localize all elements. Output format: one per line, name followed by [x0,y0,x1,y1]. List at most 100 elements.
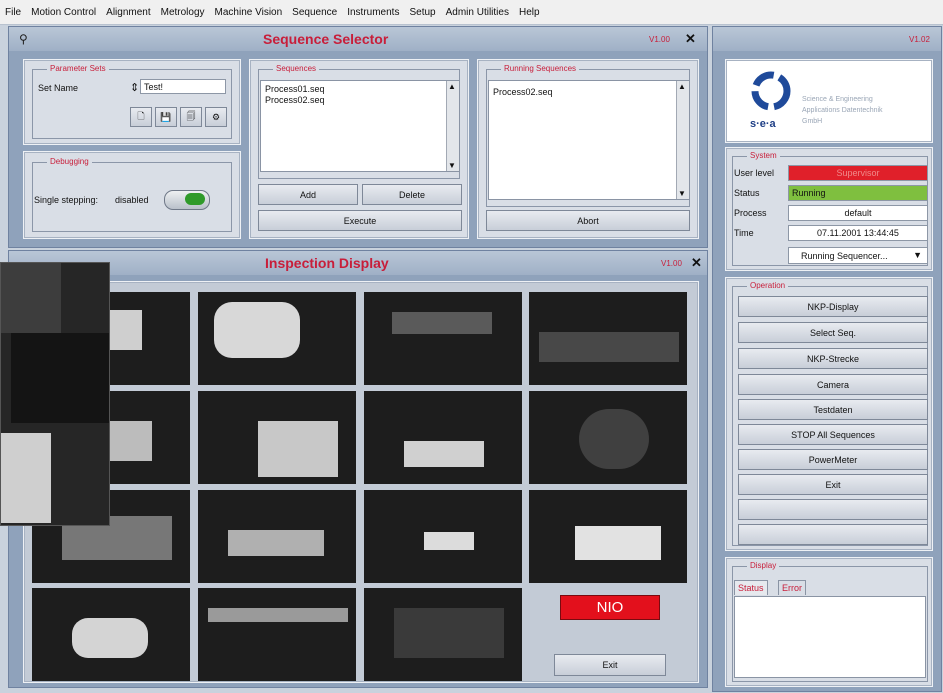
group-label: Debugging [47,157,92,166]
window-title: Inspection Display [265,255,389,271]
running-scrollbar[interactable]: ▲ ▼ [676,81,689,199]
menu-admin-utilities[interactable]: Admin Utilities [441,7,514,18]
display-panel: Display Status Error [725,557,933,687]
running-sequences-list[interactable]: Process02.seq ▲ ▼ [488,80,690,200]
group-label: Parameter Sets [47,64,109,73]
menu-machine-vision[interactable]: Machine Vision [210,7,288,18]
version-label: V1.00 [649,35,670,44]
logo-line-1: Science & Engineering [802,96,873,103]
config-icon: ⚙ [211,111,221,122]
menu-setup[interactable]: Setup [404,7,440,18]
window-title: Sequence Selector [263,31,389,47]
nkp-display-button[interactable]: NKP-Display [738,296,928,317]
list-item[interactable]: Process01.seq [265,84,325,94]
menu-alignment[interactable]: Alignment [101,7,155,18]
camera-image-15[interactable] [364,588,522,681]
menu-instruments[interactable]: Instruments [342,7,404,18]
empty-button[interactable] [738,499,928,520]
inspection-display-window: Inspection Display V1.00 ✕ NIO Exit [8,250,708,688]
powermeter-button[interactable]: PowerMeter [738,449,928,470]
sequences-list[interactable]: Process01.seq Process02.seq ▲ ▼ [260,80,460,172]
control-titlebar[interactable]: V1.02 [713,27,941,51]
nkp-strecke-button[interactable]: NKP-Strecke [738,348,928,369]
camera-image-14[interactable] [198,588,356,681]
time-value: 07.11.2001 13:44:45 [788,225,928,241]
sequence-selector-window: ⚲ Sequence Selector V1.00 ✕ Parameter Se… [8,26,708,248]
process-label: Process [734,208,767,218]
single-stepping-label: Single stepping: [34,195,99,205]
execute-button[interactable]: Execute [258,210,462,231]
sea-logo-icon [751,71,791,111]
spinner-icon[interactable]: ⇕ [130,81,139,94]
camera-image-7[interactable] [364,391,522,484]
tab-status[interactable]: Status [734,580,768,595]
menu-motion-control[interactable]: Motion Control [26,7,101,18]
camera-image-13[interactable] [32,588,190,681]
close-icon[interactable]: ✕ [691,255,702,271]
add-button[interactable]: Add [258,184,358,205]
set-name-label: Set Name [38,83,79,93]
dropdown-value: Running Sequencer... [801,250,888,261]
empty-button[interactable] [738,524,928,545]
scroll-down-icon[interactable]: ▼ [448,161,456,170]
menu-help[interactable]: Help [514,7,545,18]
menu-bar: File Motion Control Alignment Metrology … [0,0,943,25]
camera-image-10[interactable] [198,490,356,583]
version-label: V1.00 [661,259,682,268]
exit-button[interactable]: Exit [738,474,928,495]
scroll-up-icon[interactable]: ▲ [448,82,456,91]
status-value: Running [788,185,928,201]
scroll-down-icon[interactable]: ▼ [678,189,686,198]
single-stepping-toggle[interactable] [164,190,210,210]
menu-metrology[interactable]: Metrology [156,7,210,18]
logo-line-3: GmbH [802,118,823,125]
camera-image-11[interactable] [364,490,522,583]
logo-mark: s·e·a [750,118,776,130]
toggle-knob [185,193,205,205]
delete-button[interactable]: Delete [362,184,462,205]
select-seq-button[interactable]: Select Seq. [738,322,928,343]
new-file-icon: 🗋 [137,111,145,121]
list-item[interactable]: Process02.seq [265,95,325,105]
running-sequences-panel: Running Sequences Process02.seq ▲ ▼ Abor… [477,59,699,239]
camera-image-3[interactable] [364,292,522,385]
testdaten-button[interactable]: Testdaten [738,399,928,420]
camera-button[interactable]: Camera [738,374,928,395]
system-panel: System User level Supervisor Status Runn… [725,147,933,271]
menu-file[interactable]: File [0,7,26,18]
sequences-scrollbar[interactable]: ▲ ▼ [446,81,459,171]
key-icon: ⚲ [19,32,28,46]
chevron-down-icon[interactable]: ▼ [913,250,922,260]
close-icon[interactable]: ✕ [685,31,696,47]
tab-error[interactable]: Error [778,580,806,595]
display-textarea[interactable] [734,596,926,678]
camera-image-6[interactable] [198,391,356,484]
sequencer-dropdown[interactable]: Running Sequencer... ▼ [788,247,928,264]
camera-grid-panel: NIO Exit [23,281,699,683]
new-file-button[interactable]: 🗋 [130,107,152,127]
operation-panel: Operation NKP-Display Select Seq. NKP-St… [725,277,933,551]
config-button[interactable]: ⚙ [205,107,227,127]
inspection-titlebar[interactable]: Inspection Display V1.00 ✕ [9,251,707,275]
debugging-panel: Debugging Single stepping: disabled [23,151,241,239]
set-name-input[interactable]: Test! [140,79,226,94]
logo-panel: s·e·a Science & Engineering Applications… [725,59,933,143]
sequence-selector-titlebar[interactable]: ⚲ Sequence Selector V1.00 ✕ [9,27,707,51]
group-label: Sequences [273,64,320,73]
camera-image-8[interactable] [529,391,687,484]
abort-button[interactable]: Abort [486,210,690,231]
group-label: System [747,151,780,160]
camera-image-4[interactable] [529,292,687,385]
camera-image-2[interactable] [198,292,356,385]
camera-image-12[interactable] [529,490,687,583]
stop-all-sequences-button[interactable]: STOP All Sequences [738,424,928,445]
menu-sequence[interactable]: Sequence [287,7,342,18]
inspection-exit-button[interactable]: Exit [554,654,666,676]
user-level-value: Supervisor [788,165,928,181]
save-all-button[interactable]: 🗐 [180,107,202,127]
save-button[interactable]: 💾 [155,107,177,127]
scroll-up-icon[interactable]: ▲ [678,82,686,91]
single-stepping-value: disabled [115,195,149,205]
list-item[interactable]: Process02.seq [493,87,553,97]
zoomed-camera-overlay[interactable] [0,262,110,526]
